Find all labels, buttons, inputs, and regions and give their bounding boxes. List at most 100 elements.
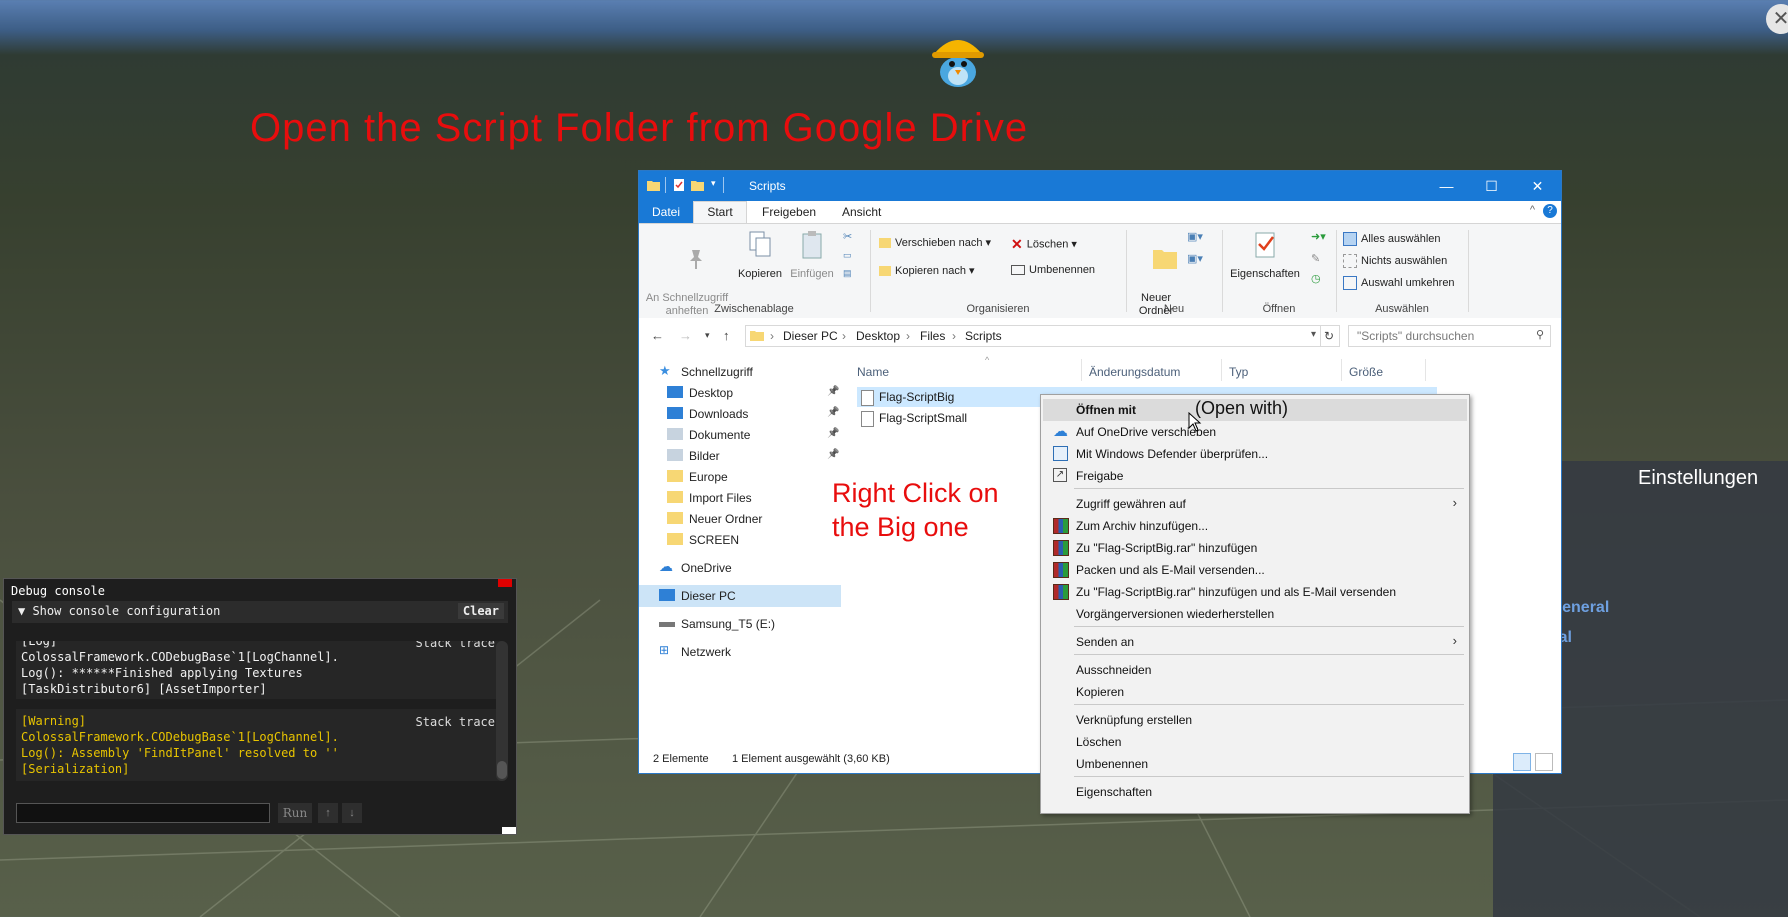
menu-item[interactable]: Zu "Flag-ScriptBig.rar" hinzufügen [1043,537,1467,559]
menu-item[interactable]: ☁ Auf OneDrive verschieben [1043,421,1467,443]
breadcrumb-scripts[interactable]: Scripts [965,329,1002,343]
easy-access-icon[interactable]: ▣▾ [1187,252,1203,265]
nav-item[interactable]: Downloads 📌 [639,403,841,425]
quick-access-dropdown-icon[interactable]: ▾ [711,178,716,189]
rename-button[interactable]: Umbenennen [1011,264,1095,276]
run-button[interactable]: Run [278,803,312,823]
menu-item[interactable]: Mit Windows Defender überprüfen... [1043,443,1467,465]
copy-to-button[interactable]: Kopieren nach ▾ [879,264,975,277]
nav-item[interactable]: Samsung_T5 (E:) [639,613,841,635]
copy-path-icon[interactable]: ▭ [843,250,852,261]
details-view-icon[interactable] [1513,753,1531,771]
submenu-arrow-icon: › [1452,495,1457,510]
menu-item[interactable]: Verknüpfung erstellen [1043,709,1467,731]
menu-item[interactable]: Kopieren [1043,681,1467,703]
column-header-name[interactable]: Name [857,365,889,379]
search-icon[interactable]: ⚲ [1536,328,1544,341]
nav-item[interactable]: ⊞ Netzwerk [639,641,841,663]
select-all-button[interactable]: Alles auswählen [1343,232,1441,246]
invert-selection-button[interactable]: Auswahl umkehren [1343,276,1455,290]
debug-close-button[interactable] [498,579,512,587]
menu-item[interactable]: Zum Archiv hinzufügen... [1043,515,1467,537]
close-overlay-button[interactable]: ✕ [1766,4,1788,34]
properties-icon[interactable] [673,179,686,191]
move-to-button[interactable]: Verschieben nach ▾ [879,236,991,249]
pin-icon: 📌 [827,407,840,418]
new-item-icon[interactable]: ▣▾ [1187,230,1203,243]
breadcrumb-desktop[interactable]: Desktop [856,329,900,343]
menu-item[interactable]: ↗ Freigabe [1043,465,1467,487]
history-icon[interactable]: ◷ [1311,272,1321,285]
log-line: [Serialization] [21,762,130,776]
menu-item[interactable]: Ausschneiden [1043,659,1467,681]
nav-item[interactable]: Neuer Ordner [639,508,841,530]
desktop-icon [667,386,683,398]
search-input[interactable]: "Scripts" durchsuchen ⚲ [1348,325,1551,347]
tab-freigeben[interactable]: Freigeben [762,205,816,219]
breadcrumb-dieser-pc[interactable]: Dieser PC [783,329,838,343]
delete-button[interactable]: ✕ Löschen ▾ [1011,236,1077,253]
maximize-button[interactable]: ☐ [1469,171,1514,201]
back-arrow-icon[interactable]: ← [651,328,664,343]
menu-item[interactable]: Vorgängerversionen wiederherstellen [1043,603,1467,625]
nav-item[interactable]: Dieser PC [639,585,841,607]
recent-locations-icon[interactable]: ▾ [705,330,710,341]
breadcrumb-separator: › [952,329,956,343]
context-menu: Öffnen mit ☁ Auf OneDrive verschieben Mit W… [1040,394,1470,814]
open-icon[interactable]: ➜▾ [1311,230,1326,243]
new-folder-icon[interactable] [691,179,704,191]
tab-datei[interactable]: Datei [639,201,693,223]
stack-trace-button[interactable]: Stack trace [416,714,495,730]
resize-handle[interactable] [502,827,516,834]
nav-item[interactable]: Europe [639,466,841,488]
nav-item[interactable]: Dokumente 📌 [639,424,841,446]
refresh-icon[interactable]: ↻ [1319,325,1340,347]
menu-item[interactable]: Packen und als E-Mail versenden... [1043,559,1467,581]
help-icon[interactable]: ? [1543,204,1557,218]
cut-icon[interactable]: ✂ [843,230,852,243]
column-header-date[interactable]: Änderungsdatum [1089,365,1180,379]
menu-item[interactable]: Zugriff gewähren auf › [1043,493,1467,515]
nav-item[interactable]: ☁ OneDrive [639,557,841,579]
address-bar[interactable]: › Dieser PC › Desktop › Files › Scripts … [745,325,1321,347]
divider [1425,359,1426,381]
tab-ansicht[interactable]: Ansicht [842,205,881,219]
stack-trace-button[interactable]: Stack trace [416,641,495,651]
console-command-input[interactable] [16,803,270,823]
forward-arrow-icon[interactable]: → [679,328,692,343]
paste-shortcut-icon[interactable]: ▤ [843,268,852,279]
menu-item[interactable]: Senden an › [1043,631,1467,653]
nav-item[interactable]: Bilder 📌 [639,445,841,467]
divider [1336,230,1337,312]
minimize-button[interactable]: — [1424,171,1469,201]
scrollbar-thumb[interactable] [497,761,507,779]
edit-icon[interactable]: ✎ [1311,252,1320,265]
tab-start[interactable]: Start [693,201,747,223]
column-header-type[interactable]: Typ [1229,365,1248,379]
copy-button[interactable]: Kopieren [735,230,785,281]
collapse-ribbon-icon[interactable]: ^ [1530,204,1535,216]
history-up-button[interactable]: ↑ [318,803,338,823]
menu-item[interactable]: Umbenennen [1043,753,1467,775]
address-dropdown-icon[interactable]: ▾ [1311,329,1316,340]
nav-item[interactable]: Desktop 📌 [639,382,841,404]
close-button[interactable]: ✕ [1515,171,1560,201]
menu-item[interactable]: Löschen [1043,731,1467,753]
nav-item[interactable]: Import Files [639,487,841,509]
menu-item[interactable]: Eigenschaften [1043,781,1467,803]
nav-item[interactable]: ★ Schnellzugriff [639,361,841,383]
nav-item[interactable]: SCREEN [639,529,841,551]
properties-button[interactable]: Eigenschaften [1225,230,1305,281]
breadcrumb-files[interactable]: Files [920,329,945,343]
column-header-size[interactable]: Größe [1349,365,1383,379]
history-down-button[interactable]: ↓ [342,803,362,823]
clear-button[interactable]: Clear [457,603,504,619]
large-icons-view-icon[interactable] [1535,753,1553,771]
console-scrollbar[interactable] [496,641,508,781]
up-arrow-icon[interactable]: ↑ [723,328,730,343]
pin-icon: 📌 [827,428,840,439]
show-config-toggle[interactable]: ▼ Show console configuration [18,604,220,618]
select-none-button[interactable]: Nichts auswählen [1343,254,1447,268]
paste-button[interactable]: Einfügen [787,230,837,281]
menu-item[interactable]: Zu "Flag-ScriptBig.rar" hinzufügen und a… [1043,581,1467,603]
